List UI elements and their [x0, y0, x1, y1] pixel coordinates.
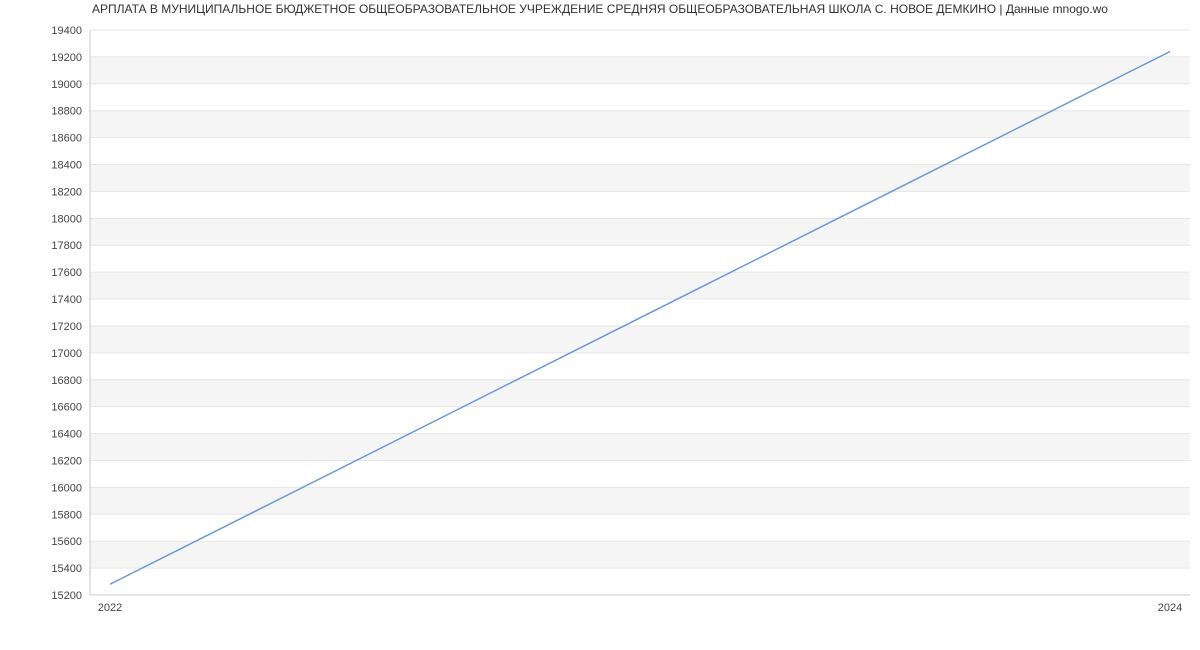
x-tick-label: 2024 — [1158, 602, 1182, 614]
y-tick-label: 19200 — [51, 52, 82, 64]
y-tick-label: 17400 — [51, 294, 82, 306]
y-tick-label: 18200 — [51, 186, 82, 198]
plot-area: 1520015400156001580016000162001640016600… — [90, 30, 1190, 595]
y-tick-label: 17200 — [51, 321, 82, 333]
y-tick-label: 19400 — [51, 25, 82, 37]
y-tick-label: 16400 — [51, 429, 82, 441]
x-tick-label: 2022 — [98, 602, 122, 614]
y-tick-label: 18800 — [51, 106, 82, 118]
y-tick-label: 16800 — [51, 375, 82, 387]
y-tick-label: 18400 — [51, 160, 82, 172]
y-tick-label: 17000 — [51, 348, 82, 360]
y-tick-label: 15400 — [51, 563, 82, 575]
y-tick-label: 15600 — [51, 536, 82, 548]
y-tick-label: 19000 — [51, 79, 82, 91]
plot-svg: 1520015400156001580016000162001640016600… — [90, 30, 1190, 595]
chart-title: АРПЛАТА В МУНИЦИПАЛЬНОЕ БЮДЖЕТНОЕ ОБЩЕОБ… — [0, 2, 1200, 16]
y-tick-label: 17600 — [51, 267, 82, 279]
y-tick-label: 16000 — [51, 482, 82, 494]
y-tick-label: 18600 — [51, 133, 82, 145]
y-tick-label: 18000 — [51, 213, 82, 225]
y-tick-label: 16600 — [51, 402, 82, 414]
y-tick-label: 16200 — [51, 455, 82, 467]
y-tick-label: 17800 — [51, 240, 82, 252]
salary-line-chart: АРПЛАТА В МУНИЦИПАЛЬНОЕ БЮДЖЕТНОЕ ОБЩЕОБ… — [0, 0, 1200, 650]
y-tick-label: 15800 — [51, 509, 82, 521]
y-tick-label: 15200 — [51, 590, 82, 602]
